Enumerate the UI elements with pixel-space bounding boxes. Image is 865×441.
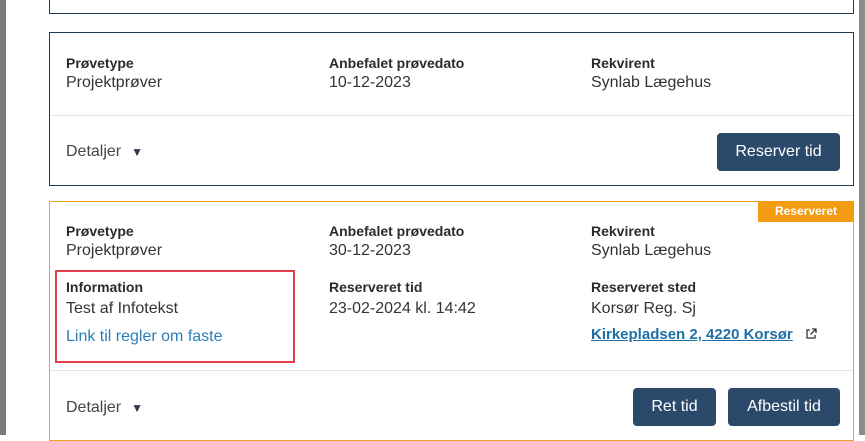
requester-value: Synlab Lægehus [591,242,712,259]
reserved-appointment-card: Reserveret Prøvetype Projektprøver Anbef… [49,201,854,441]
information-highlight-box [55,270,295,363]
reserve-time-button[interactable]: Reserver tid [717,133,840,171]
requester-field: Rekvirent Synlab Lægehus [591,53,711,93]
chevron-down-icon: ▼ [131,145,144,159]
address-link[interactable]: Kirkepladsen 2, 4220 Korsør [591,326,793,343]
reserved-badge: Reserveret [758,201,854,222]
test-type-value: Projektprøver [66,242,163,259]
test-type-field: Prøvetype Projektprøver [66,53,162,93]
recommended-date-label: Anbefalet prøvedato [329,223,465,239]
reserved-time-label: Reserveret tid [329,279,423,295]
address-row: Kirkepladsen 2, 4220 Korsør [591,325,817,346]
test-type-label: Prøvetype [66,223,134,239]
recommended-date-field: Anbefalet prøvedato 30-12-2023 [329,221,464,261]
card-divider [50,115,853,116]
details-toggle[interactable]: Detaljer ▼ [66,143,143,161]
recommended-date-field: Anbefalet prøvedato 10-12-2023 [329,53,464,93]
external-link-icon[interactable] [805,326,817,346]
cancel-time-button[interactable]: Afbestil tid [728,388,840,426]
window-frame-left [0,0,6,435]
reserved-place-label: Reserveret sted [591,279,697,295]
reserved-time-field: Reserveret tid 23-02-2024 kl. 14:42 [329,277,476,319]
recommended-date-value: 30-12-2023 [329,242,411,259]
card-divider [50,370,853,371]
requester-label: Rekvirent [591,223,655,239]
window-frame-right [859,0,865,435]
change-time-button[interactable]: Ret tid [633,388,716,426]
details-toggle[interactable]: Detaljer ▼ [66,399,143,417]
test-type-value: Projektprøver [66,74,163,91]
requester-field: Rekvirent Synlab Lægehus [591,221,711,261]
chevron-down-icon: ▼ [131,401,144,415]
recommended-date-value: 10-12-2023 [329,74,411,91]
previous-card-edge [49,0,854,14]
details-label: Detaljer [66,399,122,416]
appointment-card: Prøvetype Projektprøver Anbefalet prøved… [49,32,854,186]
test-type-field: Prøvetype Projektprøver [66,221,162,261]
recommended-date-label: Anbefalet prøvedato [329,55,465,71]
reserved-place-value: Korsør Reg. Sj [591,300,696,317]
reserved-time-value: 23-02-2024 kl. 14:42 [329,300,476,317]
requester-label: Rekvirent [591,55,655,71]
requester-value: Synlab Lægehus [591,74,712,91]
reserved-place-field: Reserveret sted Korsør Reg. Sj Kirkeplad… [591,277,817,346]
test-type-label: Prøvetype [66,55,134,71]
details-label: Detaljer [66,143,122,160]
